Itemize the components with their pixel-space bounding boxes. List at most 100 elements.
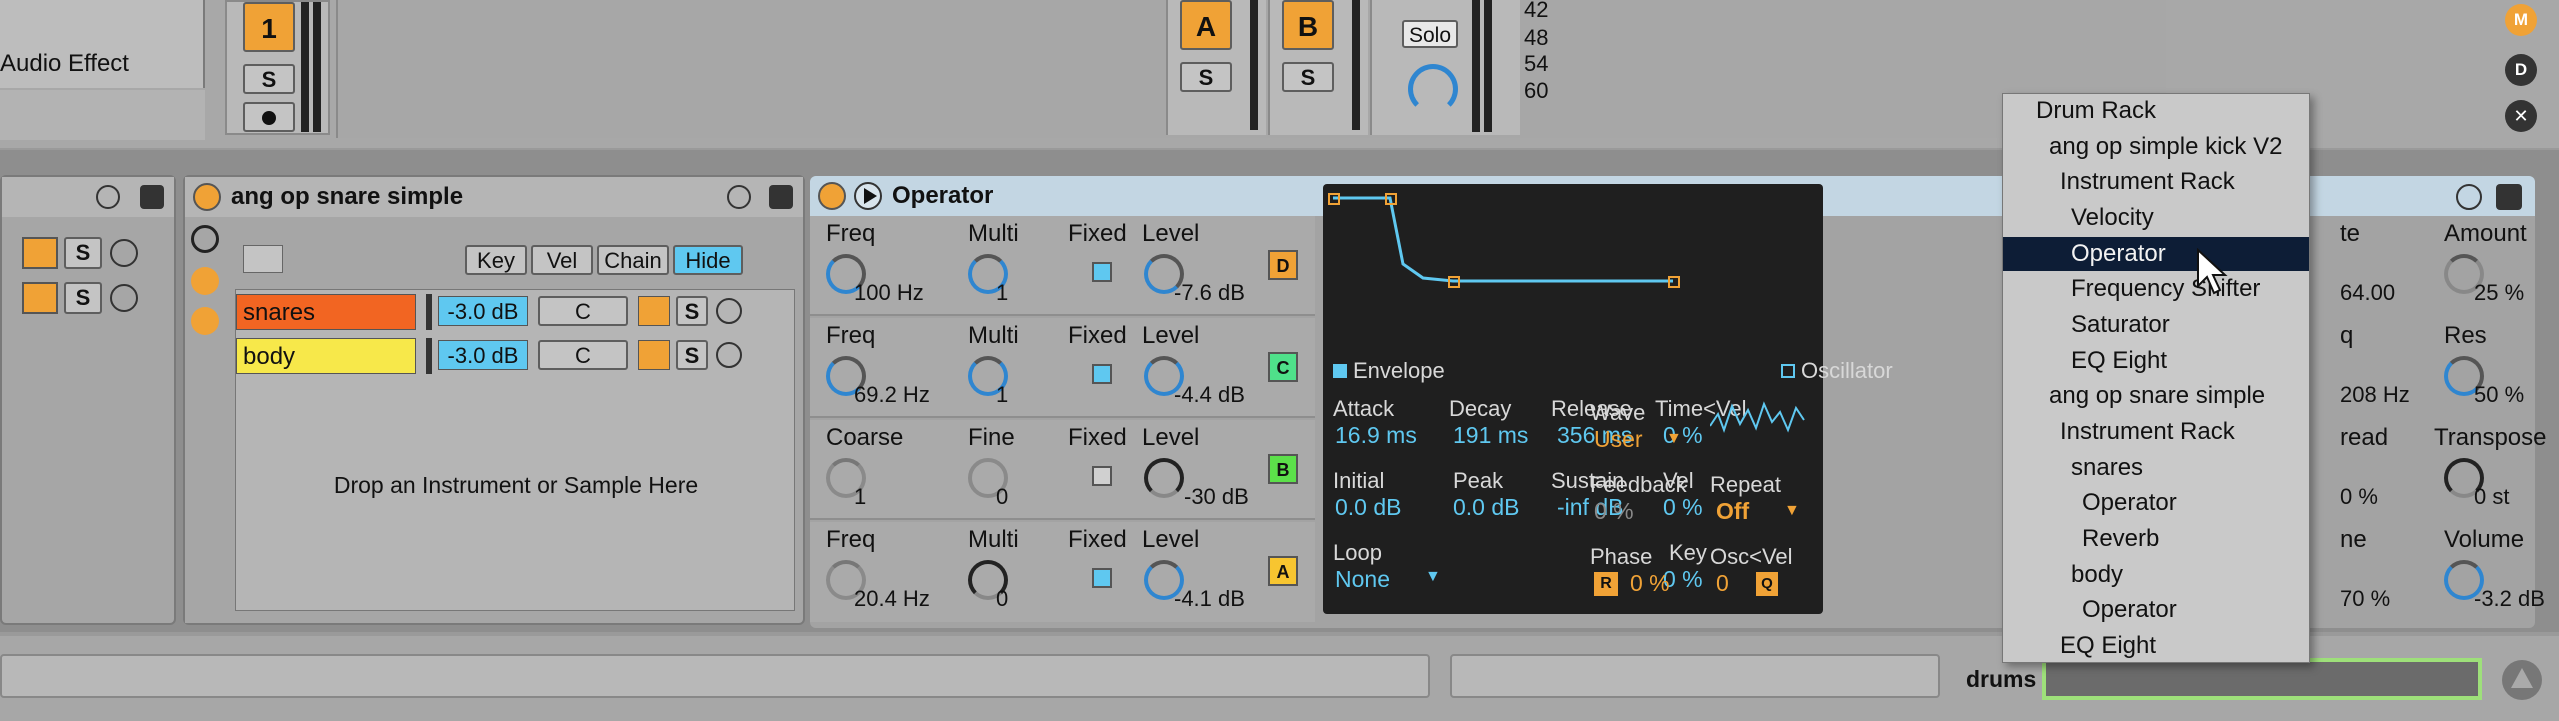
master-solo-button[interactable]: Solo (1402, 20, 1458, 48)
oscillator-d-button[interactable]: D (1268, 250, 1298, 280)
save-preset-icon[interactable] (2496, 184, 2522, 210)
menu-item[interactable]: Instrument Rack (2003, 165, 2309, 199)
menu-item[interactable]: Instrument Rack (2003, 415, 2309, 449)
menu-item[interactable]: Operator (2003, 593, 2309, 627)
chain-row-body[interactable]: body -3.0 dB C S (236, 334, 796, 378)
chevron-down-icon[interactable]: ▼ (1666, 430, 1682, 448)
menu-item[interactable]: body (2003, 558, 2309, 592)
chain-hot-swap-icon[interactable] (716, 342, 742, 368)
initial-value[interactable]: 0.0 dB (1335, 494, 1402, 521)
chevron-down-icon[interactable]: ▼ (1784, 502, 1800, 520)
track-1-activator-button[interactable]: 1 (243, 2, 295, 52)
osc-param1-value[interactable]: 20.4 Hz (854, 586, 930, 612)
chain-solo-button[interactable]: S (64, 237, 102, 269)
device-chain-overview[interactable] (2042, 658, 2482, 700)
menu-item[interactable]: ang op simple kick V2 (2003, 130, 2309, 164)
peak-value[interactable]: 0.0 dB (1453, 494, 1520, 521)
level-value[interactable]: -30 dB (1184, 484, 1249, 510)
repeat-dropdown[interactable]: Off (1716, 498, 1749, 525)
chain-row-snares[interactable]: snares -3.0 dB C S (236, 290, 796, 334)
spread-value[interactable]: 0 % (2340, 484, 2378, 510)
filter-freq-value[interactable]: 208 Hz (2340, 382, 2410, 408)
osc-param1-value[interactable]: 69.2 Hz (854, 382, 930, 408)
audio-effect-slot[interactable]: Audio Effect (0, 0, 205, 88)
chain-button[interactable]: Chain (597, 245, 669, 275)
rate-value[interactable]: 64.00 (2340, 280, 2395, 306)
chevron-down-icon[interactable]: ▼ (1425, 568, 1441, 586)
osc-vel-value[interactable]: 0 (1716, 570, 1729, 597)
fixed-checkbox[interactable] (1092, 364, 1112, 384)
osc-vel-quantize-button[interactable]: Q (1756, 572, 1778, 596)
devices-toggle-icon[interactable] (191, 307, 219, 335)
time-value[interactable]: 70 % (2340, 586, 2390, 612)
feedback-value[interactable]: 0 % (1594, 498, 1634, 525)
chain-volume-field[interactable]: -3.0 dB (438, 340, 528, 370)
oscillator-c-button[interactable]: C (1268, 352, 1298, 382)
master-d-button[interactable]: D (2505, 54, 2537, 86)
speaker-icon[interactable] (22, 282, 58, 314)
fixed-checkbox[interactable] (1092, 262, 1112, 282)
hide-button[interactable]: Hide (673, 245, 743, 275)
osc-param2-value[interactable]: 1 (996, 280, 1008, 306)
return-a-solo-button[interactable]: S (1180, 62, 1232, 92)
volume-value[interactable]: -3.2 dB (2474, 586, 2545, 612)
menu-item[interactable]: Operator (2003, 486, 2309, 520)
vel-button[interactable]: Vel (531, 245, 593, 275)
menu-item[interactable]: Saturator (2003, 308, 2309, 342)
chain-list-toggle-icon[interactable] (191, 267, 219, 295)
chain-drag-handle[interactable] (426, 338, 432, 374)
chain-name-field[interactable]: body (236, 338, 416, 374)
cue-volume-knob[interactable] (1408, 64, 1458, 114)
speaker-icon[interactable] (22, 237, 58, 269)
envelope-graph[interactable] (1323, 184, 1823, 354)
transpose-value[interactable]: 0 st (2474, 484, 2509, 510)
fixed-checkbox[interactable] (1092, 568, 1112, 588)
save-preset-icon[interactable] (769, 185, 793, 209)
macro-toggle-icon[interactable] (191, 225, 219, 253)
menu-item[interactable]: snares (2003, 451, 2309, 485)
res-value[interactable]: 50 % (2474, 382, 2524, 408)
osc-param2-value[interactable]: 0 (996, 484, 1008, 510)
menu-item[interactable]: Reverb (2003, 522, 2309, 556)
speaker-icon[interactable] (638, 296, 670, 326)
chain-solo-button[interactable]: S (64, 282, 102, 314)
chain-hot-swap-icon[interactable] (716, 298, 742, 324)
loop-dropdown[interactable]: None (1335, 566, 1390, 593)
track-1-solo-button[interactable]: S (243, 64, 295, 94)
chain-hot-swap-icon[interactable] (110, 284, 138, 312)
attack-value[interactable]: 16.9 ms (1335, 422, 1417, 449)
master-m-button[interactable]: M (2505, 4, 2537, 36)
chain-name-field[interactable]: snares (236, 294, 416, 330)
return-b-button[interactable]: B (1282, 0, 1334, 50)
osc-param1-value[interactable]: 100 Hz (854, 280, 924, 306)
menu-item-selected[interactable]: Operator (2003, 237, 2309, 271)
menu-item[interactable]: Velocity (2003, 201, 2309, 235)
device-activator-button[interactable] (193, 183, 221, 211)
save-preset-icon[interactable] (140, 185, 164, 209)
collapse-icon[interactable] (2502, 660, 2542, 700)
oscillator-a-button[interactable]: A (1268, 556, 1298, 586)
speaker-icon[interactable] (638, 340, 670, 370)
return-b-solo-button[interactable]: S (1282, 62, 1334, 92)
osc-param2-value[interactable]: 0 (996, 586, 1008, 612)
osc-param2-value[interactable]: 1 (996, 382, 1008, 408)
menu-item[interactable]: ang op snare simple (2003, 379, 2309, 413)
wave-dropdown[interactable]: User (1594, 426, 1643, 453)
return-a-button[interactable]: A (1180, 0, 1232, 50)
key-button[interactable]: Key (465, 245, 527, 275)
osc-param1-value[interactable]: 1 (854, 484, 866, 510)
phase-retrigger-button[interactable]: R (1594, 572, 1618, 596)
auto-select-icon[interactable] (243, 245, 283, 273)
chain-volume-field[interactable]: -3.0 dB (438, 296, 528, 326)
play-icon[interactable] (854, 182, 882, 210)
amount-value[interactable]: 25 % (2474, 280, 2524, 306)
chain-solo-button[interactable]: S (676, 340, 708, 370)
decay-value[interactable]: 191 ms (1453, 422, 1528, 449)
track-1-monitor-button[interactable] (243, 102, 295, 132)
level-value[interactable]: -7.6 dB (1174, 280, 1245, 306)
level-value[interactable]: -4.4 dB (1174, 382, 1245, 408)
chain-pan-field[interactable]: C (538, 340, 628, 370)
hot-swap-icon[interactable] (96, 185, 120, 209)
menu-item[interactable]: Drum Rack (2003, 94, 2309, 128)
device-activator-button[interactable] (818, 182, 846, 210)
